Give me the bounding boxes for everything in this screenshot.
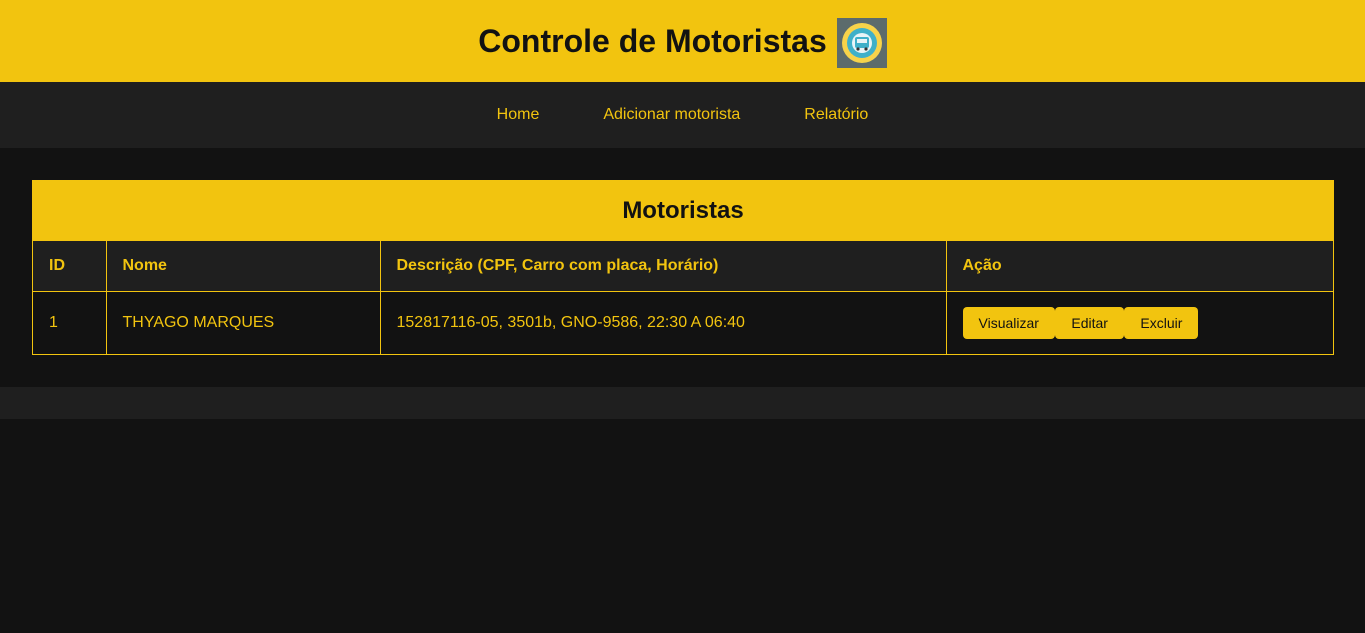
- nav-home-link[interactable]: Home: [497, 106, 540, 124]
- drivers-table-card: Motoristas ID Nome Descrição (CPF, Carro…: [32, 180, 1334, 355]
- drivers-table-title: Motoristas: [33, 181, 1333, 241]
- easy-bus-logo: [836, 18, 887, 68]
- view-button[interactable]: Visualizar: [962, 307, 1055, 339]
- column-header-id: ID: [33, 241, 107, 292]
- drivers-table: ID Nome Descrição (CPF, Carro com placa,…: [33, 241, 1333, 354]
- main-nav: Home Adicionar motorista Relatório: [0, 82, 1365, 148]
- page-title: Controle de Motoristas: [478, 22, 827, 59]
- cell-name: THYAGO MARQUES: [106, 291, 381, 354]
- bus-logo-icon: [841, 23, 882, 63]
- column-header-name: Nome: [106, 241, 381, 292]
- cell-id: 1: [33, 291, 107, 354]
- main-content: Motoristas ID Nome Descrição (CPF, Carro…: [0, 148, 1365, 387]
- cell-actions: Visualizar Editar Excluir: [946, 291, 1333, 354]
- delete-button[interactable]: Excluir: [1124, 307, 1199, 339]
- table-row: 1 THYAGO MARQUES 152817116-05, 3501b, GN…: [33, 291, 1333, 354]
- nav-add-driver-link[interactable]: Adicionar motorista: [603, 106, 740, 124]
- column-header-action: Ação: [946, 241, 1333, 292]
- nav-report-link[interactable]: Relatório: [804, 106, 868, 124]
- page-header: Controle de Motoristas: [0, 0, 1365, 82]
- cell-description: 152817116-05, 3501b, GNO-9586, 22:30 A 0…: [380, 291, 947, 354]
- edit-button[interactable]: Editar: [1055, 307, 1124, 339]
- column-header-description: Descrição (CPF, Carro com placa, Horário…: [380, 241, 947, 292]
- table-header-row: ID Nome Descrição (CPF, Carro com placa,…: [33, 241, 1333, 292]
- page-footer: [0, 387, 1365, 419]
